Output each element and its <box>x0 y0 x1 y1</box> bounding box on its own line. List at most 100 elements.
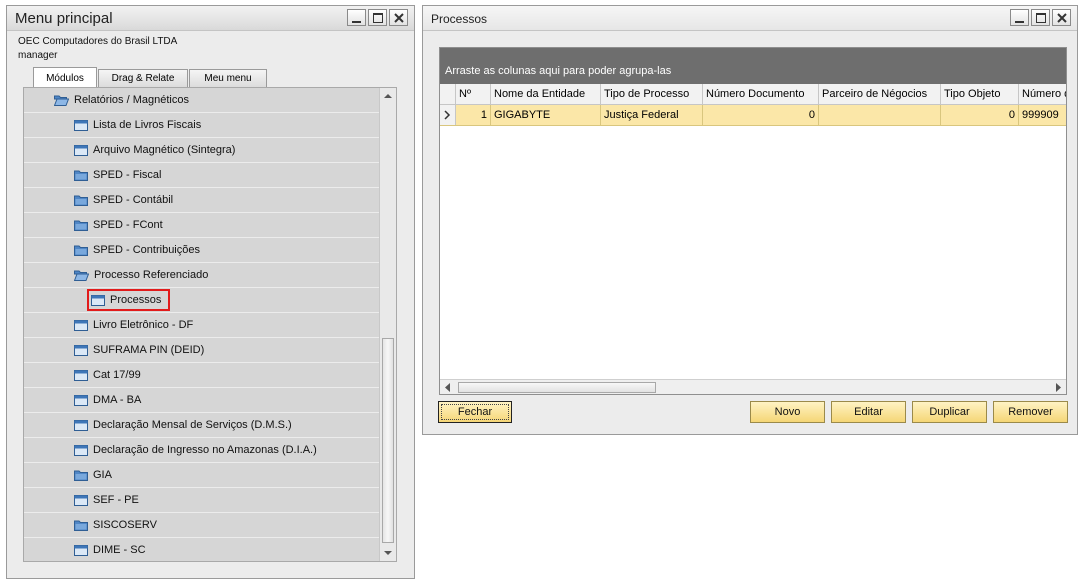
vertical-scrollbar[interactable] <box>379 88 396 561</box>
close-icon[interactable] <box>389 9 408 26</box>
scroll-thumb[interactable] <box>382 338 394 543</box>
tree-item-label: Cat 17/99 <box>93 369 141 381</box>
scroll-up-icon[interactable] <box>380 88 396 104</box>
tree-item-label: Lista de Livros Fiscais <box>93 119 202 131</box>
column-header-tipo-processo[interactable]: Tipo de Processo <box>601 84 703 104</box>
folder-open-icon <box>54 94 69 106</box>
column-header-no[interactable]: Nº <box>456 84 491 104</box>
form-icon <box>74 419 88 431</box>
tree-item-label: Processos <box>110 294 162 306</box>
tree-list: Relatórios / Magnéticos Lista de Livros F… <box>24 88 379 561</box>
tree-item-label: SISCOSERV <box>93 519 157 531</box>
tree-item[interactable]: Cat 17/99 <box>24 363 379 388</box>
duplicar-button[interactable]: Duplicar <box>912 401 987 423</box>
folder-icon <box>74 169 88 181</box>
scroll-right-icon[interactable] <box>1053 382 1063 393</box>
cell-tipo-processo[interactable]: Justiça Federal <box>601 105 703 125</box>
processos-window-title: Processos <box>431 12 488 26</box>
tree-item[interactable]: SPED - Contribuições <box>24 238 379 263</box>
tree-item[interactable]: SPED - Contábil <box>24 188 379 213</box>
row-selector[interactable] <box>440 105 456 125</box>
column-header-numero-documento[interactable]: Número Documento <box>703 84 819 104</box>
tree-item-label: SUFRAMA PIN (DEID) <box>93 344 205 356</box>
cell-numero[interactable]: 999909 <box>1019 105 1066 125</box>
minimize-icon[interactable] <box>1010 9 1029 26</box>
tree-item[interactable]: Processo Referenciado <box>24 263 379 288</box>
tree-item[interactable]: Declaração de Ingresso no Amazonas (D.I.… <box>24 438 379 463</box>
folder-icon <box>74 244 88 256</box>
tree-item[interactable]: DIME - SC <box>24 538 379 561</box>
maximize-icon[interactable] <box>368 9 387 26</box>
tab-modulos[interactable]: Módulos <box>33 67 97 88</box>
tree-item-label: SPED - Fiscal <box>93 169 162 181</box>
cell-numero-documento[interactable]: 0 <box>703 105 819 125</box>
tree-item[interactable]: Relatórios / Magnéticos <box>24 88 379 113</box>
form-icon <box>74 319 88 331</box>
column-header-parceiro-negocios[interactable]: Parceiro de Négocios <box>819 84 941 104</box>
tree-item-label: Relatórios / Magnéticos <box>74 94 189 106</box>
processos-grid: Arraste as colunas aqui para poder agrup… <box>439 47 1067 395</box>
folder-icon <box>74 519 88 531</box>
tree-item[interactable]: SPED - FCont <box>24 213 379 238</box>
group-by-area[interactable]: Arraste as colunas aqui para poder agrup… <box>440 48 1066 84</box>
tree-item[interactable]: SUFRAMA PIN (DEID) <box>24 338 379 363</box>
processos-window: Processos Arraste as colunas aqui para p… <box>422 5 1078 435</box>
column-header-numero[interactable]: Número d <box>1019 84 1066 104</box>
tab-meu-menu[interactable]: Meu menu <box>189 69 267 87</box>
form-icon <box>74 544 88 556</box>
tab-drag-relate[interactable]: Drag & Relate <box>98 69 188 87</box>
tree-item[interactable]: GIA <box>24 463 379 488</box>
tree-item[interactable]: SPED - Fiscal <box>24 163 379 188</box>
tree-item-label: Declaração de Ingresso no Amazonas (D.I.… <box>93 444 317 456</box>
horizontal-scrollbar[interactable] <box>440 379 1066 394</box>
cell-tipo-objeto[interactable]: 0 <box>941 105 1019 125</box>
user-name: manager <box>18 50 58 61</box>
column-header-nome-entidade[interactable]: Nome da Entidade <box>491 84 601 104</box>
company-name: OEC Computadores do Brasil LTDA <box>18 36 178 47</box>
processos-titlebar[interactable]: Processos <box>423 6 1077 31</box>
h-scroll-thumb[interactable] <box>458 382 656 393</box>
cell-no[interactable]: 1 <box>456 105 491 125</box>
form-icon <box>91 294 105 306</box>
tree-item[interactable]: Arquivo Magnético (Sintegra) <box>24 138 379 163</box>
form-icon <box>74 119 88 131</box>
scroll-left-icon[interactable] <box>443 382 453 393</box>
form-icon <box>74 369 88 381</box>
editar-button[interactable]: Editar <box>831 401 906 423</box>
module-tree: Relatórios / Magnéticos Lista de Livros F… <box>23 87 397 562</box>
form-icon <box>74 394 88 406</box>
tree-item[interactable]: Declaração Mensal de Serviços (D.M.S.) <box>24 413 379 438</box>
minimize-icon[interactable] <box>347 9 366 26</box>
tree-item[interactable]: Processos <box>24 288 379 313</box>
tree-item[interactable]: DMA - BA <box>24 388 379 413</box>
tree-item[interactable]: SEF - PE <box>24 488 379 513</box>
row-arrow-icon <box>444 110 451 120</box>
novo-button[interactable]: Novo <box>750 401 825 423</box>
tree-item-label: DIME - SC <box>93 544 146 556</box>
menu-titlebar[interactable]: Menu principal <box>7 6 414 31</box>
tree-item-label: SPED - Contribuições <box>93 244 200 256</box>
folder-icon <box>74 219 88 231</box>
row-header-corner <box>440 84 456 104</box>
tree-item[interactable]: Lista de Livros Fiscais <box>24 113 379 138</box>
tree-item[interactable]: Livro Eletrônico - DF <box>24 313 379 338</box>
tree-item-label: Declaração Mensal de Serviços (D.M.S.) <box>93 419 292 431</box>
close-icon[interactable] <box>1052 9 1071 26</box>
tree-item[interactable]: SISCOSERV <box>24 513 379 538</box>
tree-item-label: Arquivo Magnético (Sintegra) <box>93 144 236 156</box>
tree-item-label: Processo Referenciado <box>94 269 209 281</box>
cell-nome-entidade[interactable]: GIGABYTE <box>491 105 601 125</box>
folder-icon <box>74 469 88 481</box>
table-row[interactable]: 1 GIGABYTE Justiça Federal 0 0 999909 <box>440 105 1066 126</box>
tree-item-label: SPED - Contábil <box>93 194 174 206</box>
maximize-icon[interactable] <box>1031 9 1050 26</box>
form-icon <box>74 494 88 506</box>
tree-item-label: Livro Eletrônico - DF <box>93 319 194 331</box>
scroll-down-icon[interactable] <box>380 545 396 561</box>
tree-item-label: SEF - PE <box>93 494 139 506</box>
folder-icon <box>74 194 88 206</box>
cell-parceiro-negocios[interactable] <box>819 105 941 125</box>
column-header-tipo-objeto[interactable]: Tipo Objeto <box>941 84 1019 104</box>
fechar-button[interactable]: Fechar <box>438 401 512 423</box>
remover-button[interactable]: Remover <box>993 401 1068 423</box>
